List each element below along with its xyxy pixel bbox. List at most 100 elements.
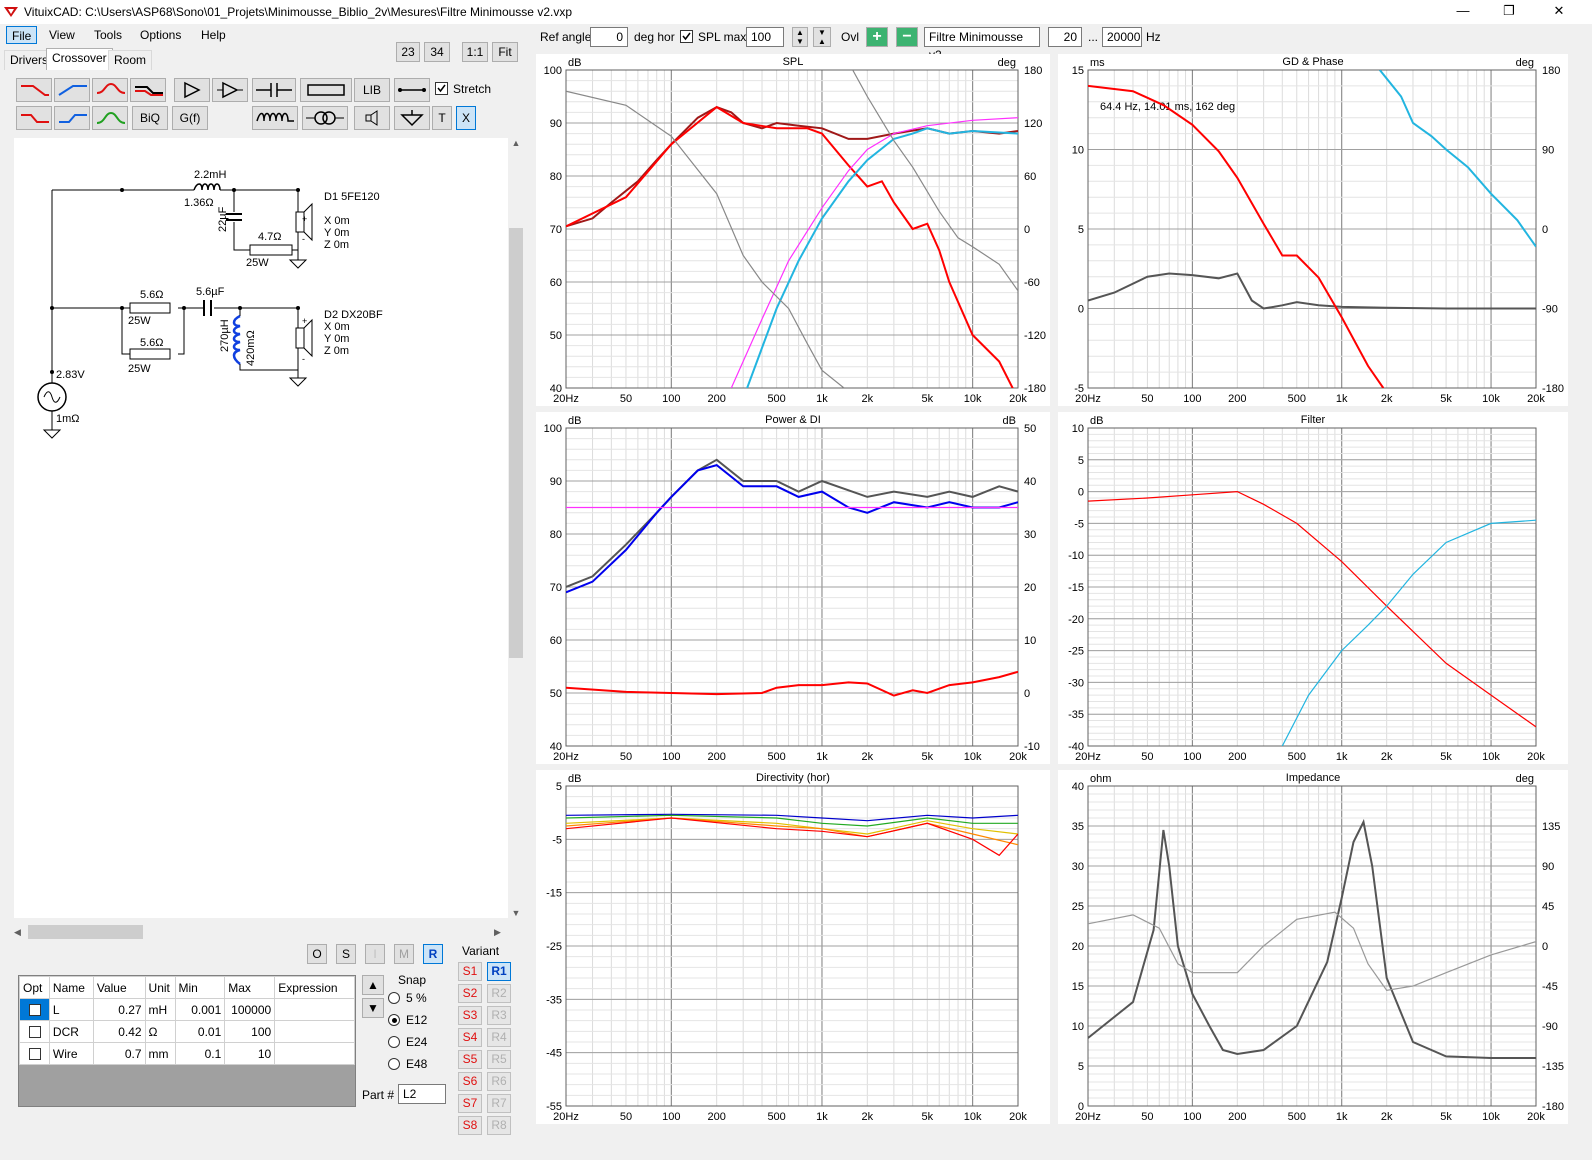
part-input[interactable]: L2	[398, 1084, 446, 1104]
bandpass-tool[interactable]	[92, 106, 128, 130]
chart-power-di[interactable]: 20Hz 50 100 200 500 1k 2k 5k 10k 20k 40 50 60 70 80 90 1…	[536, 412, 1050, 764]
chart-filter[interactable]: 20Hz 50 100 200 500 1k 2k 5k 10k 20k -40 -35 -30 -25-…	[1058, 412, 1568, 764]
cell-min[interactable]: 0.001	[174, 998, 226, 1021]
close-button[interactable]: ✕	[1536, 0, 1582, 24]
snap-e48-radio[interactable]: E48	[388, 1055, 448, 1073]
r-button[interactable]: R	[423, 944, 443, 964]
variant-r3-button[interactable]: R3	[487, 1006, 511, 1025]
schematic-source[interactable]	[37, 382, 67, 412]
scroll-right-icon[interactable]: ▶	[494, 925, 506, 939]
variant-s7-button[interactable]: S7	[458, 1094, 482, 1113]
chart-gd-phase[interactable]: 20Hz 50 100 200 500 1k 2k 5k 10k 20k -5 0 5 10 15 -180-…	[1058, 54, 1568, 406]
m-button[interactable]: M	[394, 944, 414, 964]
cell-name[interactable]: DCR	[48, 1020, 94, 1043]
overlay-name-input[interactable]: Filtre Minimousse v2	[924, 27, 1040, 62]
peaking-tool[interactable]	[92, 78, 128, 102]
variant-s4-button[interactable]: S4	[458, 1028, 482, 1047]
shelf-tool[interactable]	[130, 78, 166, 102]
tab-room[interactable]: Room	[108, 50, 153, 70]
variant-s6-button[interactable]: S6	[458, 1072, 482, 1091]
vertical-scroll-thumb[interactable]	[509, 228, 523, 658]
spl-max-input[interactable]: 100	[746, 27, 784, 47]
variant-s5-button[interactable]: S5	[458, 1050, 482, 1069]
schematic-inductor-top[interactable]	[188, 183, 234, 191]
highpass1-tool[interactable]	[54, 78, 90, 102]
stretch-checkbox[interactable]	[435, 82, 448, 95]
cell-expression[interactable]	[274, 1020, 355, 1043]
menu-help[interactable]: Help	[196, 26, 231, 44]
schematic-resistor-1[interactable]	[129, 302, 171, 314]
cell-min[interactable]: 0.1	[174, 1042, 226, 1065]
zoom-23-button[interactable]: 23	[396, 42, 420, 62]
scroll-up-icon[interactable]: ▲	[510, 138, 522, 152]
zoom-fit-button[interactable]: Fit	[492, 42, 518, 62]
snap-e12-radio[interactable]: E12	[388, 1011, 448, 1029]
zoom-1-1-button[interactable]: 1:1	[462, 42, 488, 62]
schematic-capacitor-bottom[interactable]	[203, 300, 212, 316]
opt-checkbox[interactable]	[29, 1047, 41, 1060]
ref-angle-input[interactable]: 0	[590, 27, 628, 47]
tab-crossover[interactable]: Crossover	[46, 48, 113, 70]
move-down-button[interactable]: ▼	[362, 998, 384, 1018]
schematic-resistor-2[interactable]	[129, 348, 171, 360]
schematic-canvas[interactable]: 2.2mH 1.36Ω 22µF 4.7Ω 25W D1 5FE120 X 0m…	[14, 138, 508, 918]
cell-unit[interactable]: mH	[144, 998, 176, 1021]
chart-directivity-hor[interactable]: 20Hz 50 100 200 500 1k 2k 5k 10k 20k -55 -45 -35 -25-…	[536, 770, 1050, 1124]
menu-options[interactable]: Options	[135, 26, 186, 44]
variant-s3-button[interactable]: S3	[458, 1006, 482, 1025]
cell-value[interactable]: 0.42	[92, 1020, 146, 1043]
cell-max[interactable]: 100000	[224, 998, 276, 1021]
overlay-add-button[interactable]: +	[866, 27, 888, 47]
restore-button[interactable]: ❐	[1486, 0, 1532, 24]
canvas-vertical-scrollbar[interactable]: ▲ ▼	[508, 138, 524, 928]
variant-r6-button[interactable]: R6	[487, 1072, 511, 1091]
scroll-left-icon[interactable]: ◀	[14, 925, 26, 939]
spl-spin-button[interactable]: ▲ ▼	[792, 27, 808, 47]
table-row[interactable]: Wire 0.7 mm 0.1 10	[19, 1042, 355, 1065]
inductor-tool[interactable]	[252, 106, 298, 130]
cell-min[interactable]: 0.01	[174, 1020, 226, 1043]
menu-view[interactable]: View	[44, 26, 80, 44]
schematic-resistor-top[interactable]	[249, 244, 293, 256]
lowpass1-tool[interactable]	[16, 78, 52, 102]
variant-r4-button[interactable]: R4	[487, 1028, 511, 1047]
variant-s2-button[interactable]: S2	[458, 984, 482, 1003]
menu-tools[interactable]: Tools	[89, 26, 127, 44]
highpass2-tool[interactable]	[54, 106, 90, 130]
freq-high-input[interactable]: 20000	[1102, 27, 1142, 47]
table-row[interactable]: DCR 0.42 Ω 0.01 100	[19, 1020, 355, 1043]
zoom-34-button[interactable]: 34	[424, 42, 450, 62]
o-button[interactable]: O	[307, 944, 327, 964]
biquad-tool[interactable]: BiQ	[132, 106, 168, 130]
variant-s8-button[interactable]: S8	[458, 1116, 482, 1135]
cell-name[interactable]: L	[48, 998, 94, 1021]
text-tool[interactable]: T	[432, 106, 452, 130]
resistor-tool[interactable]	[300, 78, 352, 102]
cell-expression[interactable]	[274, 1042, 355, 1065]
variant-r5-button[interactable]: R5	[487, 1050, 511, 1069]
minimize-button[interactable]: —	[1440, 0, 1486, 24]
table-row[interactable]: L 0.27 mH 0.001 100000	[19, 998, 355, 1021]
opt-checkbox[interactable]	[29, 1003, 41, 1016]
snap-e24-radio[interactable]: E24	[388, 1033, 448, 1051]
opamp-tool[interactable]	[212, 78, 248, 102]
library-tool[interactable]: LIB	[354, 78, 390, 102]
schematic-inductor-bottom[interactable]	[232, 314, 241, 365]
horizontal-scroll-thumb[interactable]	[28, 925, 143, 939]
capacitor-tool[interactable]	[252, 78, 296, 102]
cell-name[interactable]: Wire	[48, 1042, 94, 1065]
variant-s1-button[interactable]: S1	[458, 962, 482, 981]
opt-checkbox-cell[interactable]	[19, 998, 50, 1021]
variant-r8-button[interactable]: R8	[487, 1116, 511, 1135]
snap-5-radio[interactable]: 5 %	[388, 989, 448, 1007]
s-button[interactable]: S	[336, 944, 356, 964]
cell-max[interactable]: 10	[224, 1042, 276, 1065]
move-up-button[interactable]: ▲	[362, 975, 384, 995]
freq-low-input[interactable]: 20	[1048, 27, 1082, 47]
opt-checkbox-cell[interactable]	[19, 1020, 50, 1043]
canvas-horizontal-scrollbar[interactable]: ◀ ▶	[14, 924, 508, 940]
variant-r1-button[interactable]: R1	[487, 962, 511, 981]
cell-value[interactable]: 0.7	[92, 1042, 146, 1065]
wire-tool[interactable]	[394, 78, 430, 102]
opt-checkbox[interactable]	[29, 1025, 41, 1038]
